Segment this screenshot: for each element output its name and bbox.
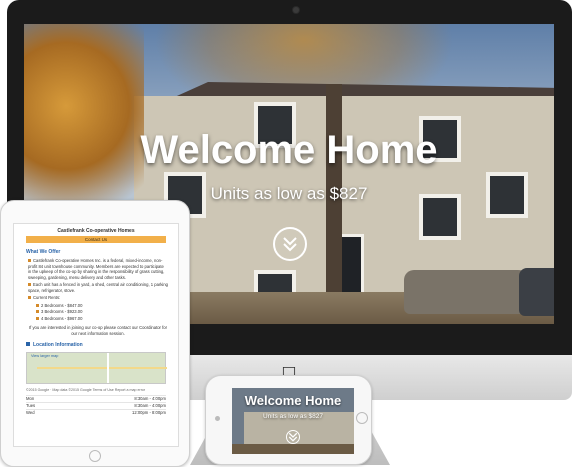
hours-row: Tues 8:30am - 4:00pm <box>26 402 166 408</box>
location-map[interactable]: View larger map <box>26 352 167 384</box>
double-chevron-down-icon <box>288 432 298 442</box>
location-heading: Location Information <box>26 342 178 348</box>
interest-text: If you are interested in joining our co-… <box>28 325 168 336</box>
phone-device: Welcome Home Units as low as $827 <box>205 375 372 465</box>
camera-icon <box>293 7 299 13</box>
phone-home-button[interactable] <box>356 412 368 424</box>
bullet-icon <box>28 296 31 299</box>
bullet-icon <box>28 259 31 262</box>
check-icon <box>26 342 30 346</box>
tree-trunk <box>326 84 342 324</box>
hero-title: Welcome Home <box>140 128 438 172</box>
phone-hero: Welcome Home Units as low as $827 <box>232 388 354 454</box>
view-larger-map-link[interactable]: View larger map <box>31 354 58 358</box>
current-rents-label: Current Rents: <box>33 295 61 300</box>
camera-icon <box>215 416 220 421</box>
site-title: Castlefrank Co-operative Homes <box>57 228 135 234</box>
what-we-offer-heading: What We Offer <box>26 249 61 255</box>
phone-hero-title: Welcome Home <box>244 393 342 408</box>
phone-hero-subtitle: Units as low as $827 <box>263 413 323 420</box>
double-chevron-down-icon <box>283 237 297 252</box>
phone-scroll-down-button[interactable] <box>286 430 300 444</box>
tablet-home-button[interactable] <box>89 450 101 462</box>
tablet-device: Castlefrank Co-operative Homes Contact U… <box>0 200 190 467</box>
parked-car <box>404 270 534 314</box>
hours-row: Wed 12:00pm - 8:00pm <box>26 409 166 415</box>
scroll-down-button[interactable] <box>273 227 307 261</box>
hours-row: Mon 8:30am - 4:00pm <box>26 395 166 401</box>
fenced-paragraph: Each unit has a fenced in yard, a shed, … <box>28 282 169 293</box>
rent-item: 4 Bedrooms - $967.00 <box>36 316 178 322</box>
contact-us-button[interactable]: Contact Us <box>26 236 166 243</box>
bullet-icon <box>28 283 31 286</box>
tablet-screen: Castlefrank Co-operative Homes Contact U… <box>13 223 179 447</box>
office-hours: Mon 8:30am - 4:00pm Tues 8:30am - 4:00pm W… <box>26 395 166 416</box>
offer-paragraph: Castlefrank Co-operative Homes Inc. is a… <box>28 258 165 280</box>
rent-item: 2 Bedrooms - $847.00 <box>36 303 178 309</box>
map-footer: ©2015 Google · Map data ©2015 Google Ter… <box>26 388 146 392</box>
rent-item: 3 Bedrooms - $923.00 <box>36 309 178 315</box>
